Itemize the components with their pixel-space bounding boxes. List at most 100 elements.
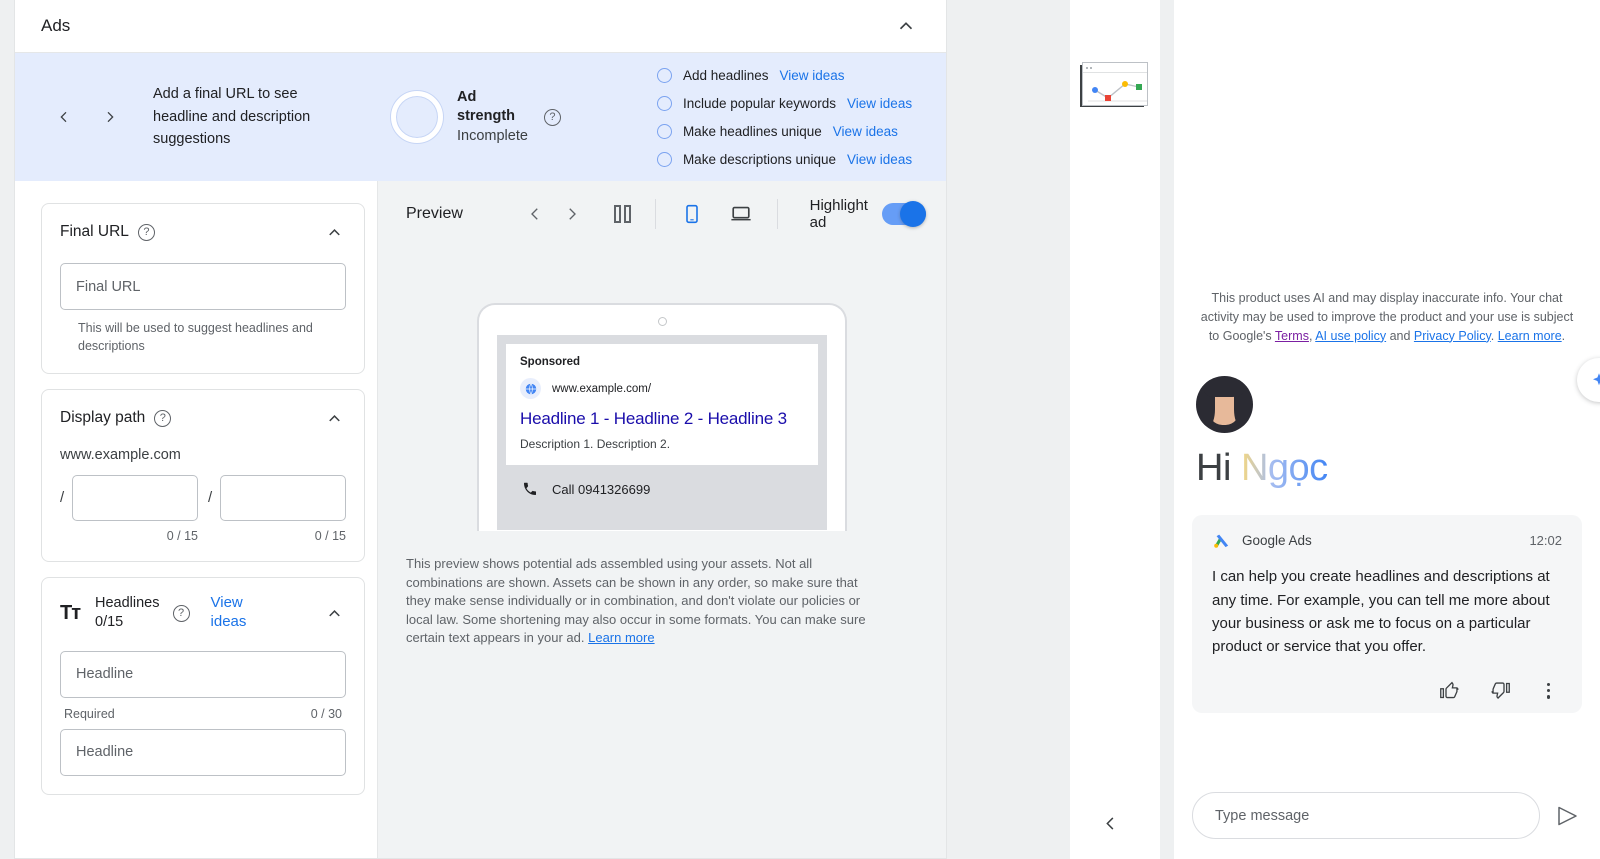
and-text: and [1386, 328, 1414, 343]
thumb-up-button[interactable] [1439, 680, 1460, 701]
terms-link[interactable]: Terms [1275, 329, 1309, 343]
privacy-policy-link[interactable]: Privacy Policy [1414, 329, 1491, 343]
desktop-view-button[interactable] [729, 197, 753, 231]
greeting-prefix: Hi [1196, 447, 1241, 490]
chat-message-input[interactable] [1215, 807, 1517, 824]
chat-learn-more-link[interactable]: Learn more [1498, 329, 1562, 343]
preview-prev-button[interactable] [523, 197, 547, 231]
chat-input-wrap[interactable] [1192, 792, 1540, 839]
chat-message-actions [1212, 680, 1562, 701]
send-icon [1558, 806, 1577, 825]
display-path-input-1[interactable] [72, 475, 198, 522]
display-path-card: Display path ? www.example.com / 0 / 15 … [41, 389, 365, 563]
view-ideas-link[interactable]: View ideas [780, 68, 845, 83]
ads-panel: Ads Add a final URL to see headline and … [14, 0, 947, 859]
strength-labels: Ad strength Incomplete [457, 88, 528, 147]
user-avatar[interactable] [1196, 376, 1253, 434]
ad-strength-help-icon[interactable]: ? [543, 108, 561, 126]
view-ideas-link[interactable]: View ideas [847, 96, 912, 111]
app-root: Ads Add a final URL to see headline and … [0, 0, 1600, 859]
display-path-collapse-button[interactable] [322, 406, 346, 430]
chat-message-body: I can help you create headlines and desc… [1212, 568, 1550, 655]
ad-call-extension[interactable]: Call 0941326699 [506, 465, 818, 497]
phone-screen: Sponsored www.example.com/ Headline 1 - … [497, 335, 827, 530]
headlines-help-icon[interactable]: ? [172, 604, 190, 622]
phone-mockup: Sponsored www.example.com/ Headline 1 - … [477, 303, 847, 531]
headline-count-1: 0 / 30 [310, 706, 342, 721]
preview-label: Preview [406, 205, 463, 222]
phone-camera-dot [657, 317, 667, 326]
final-url-collapse-button[interactable] [322, 220, 346, 244]
display-path-input-2[interactable] [220, 475, 346, 522]
ad-strength-indicator: Ad strength Incomplete ? [391, 88, 561, 147]
ad-display-url: www.example.com/ [552, 382, 652, 395]
ad-headline[interactable]: Headline 1 - Headline 2 - Headline 3 [520, 409, 804, 429]
thumb-down-button[interactable] [1490, 680, 1511, 701]
globe-icon [520, 378, 541, 399]
headlines-view-ideas-link[interactable]: View ideas [211, 594, 263, 632]
final-url-hint: This will be used to suggest headlines a… [78, 321, 313, 354]
sponsored-label: Sponsored [520, 356, 581, 368]
end-period: . [1561, 328, 1566, 343]
headlines-count: 0/15 [95, 614, 124, 631]
final-url-help-icon[interactable]: ? [137, 223, 155, 241]
chat-greeting: Hi Ngọc [1196, 447, 1582, 490]
ad-call-text: Call 0941326699 [552, 481, 651, 497]
ad-description: Description 1. Description 2. [520, 437, 671, 451]
suggestion-label: Make descriptions unique [682, 151, 837, 167]
display-path-count-2: 0 / 15 [314, 529, 346, 544]
phone-preview-wrap: Sponsored www.example.com/ Headline 1 - … [378, 247, 946, 858]
chat-message-source: Google Ads [1242, 533, 1312, 549]
google-ads-logo-icon [1214, 534, 1229, 548]
middle-strip [1070, 0, 1160, 859]
banner-next-button[interactable] [99, 106, 121, 128]
headlines-title: Headlines 0/15 [95, 594, 160, 632]
more-vert-button[interactable] [1541, 681, 1556, 701]
headline-input-2[interactable] [60, 728, 346, 776]
display-path-header: Display path ? [60, 406, 346, 430]
suggestion-item: Make descriptions unique View ideas [656, 148, 912, 171]
highlight-ad-toggle[interactable] [881, 201, 926, 227]
chat-message-time: 12:02 [1529, 533, 1562, 549]
send-message-button[interactable] [1552, 801, 1582, 831]
strength-title: Ad strength [457, 88, 515, 125]
view-ideas-link[interactable]: View ideas [833, 124, 898, 139]
chat-scroll-area: This product uses AI and may display ina… [1174, 0, 1600, 778]
view-ideas-link[interactable]: View ideas [847, 152, 912, 167]
chart-thumbnail-icon[interactable] [1082, 62, 1148, 106]
chevron-left-icon [531, 208, 538, 220]
display-path-field-2: 0 / 15 [220, 475, 346, 543]
banner-prev-button[interactable] [53, 106, 75, 128]
headlines-collapse-button[interactable] [322, 601, 346, 625]
split-view-icon[interactable] [614, 205, 632, 223]
display-path-field-1: 0 / 15 [72, 475, 198, 543]
more-dot [1546, 682, 1550, 687]
banner-message: Add a final URL to see headline and desc… [153, 86, 311, 148]
disclaimer-learn-more-link[interactable]: Learn more [588, 630, 654, 645]
final-url-card: Final URL ? This will be used to suggest… [41, 203, 365, 375]
mobile-icon [686, 204, 699, 224]
final-url-input[interactable] [60, 263, 346, 310]
toolbar-divider-2 [776, 199, 778, 229]
headline-input-1[interactable] [60, 650, 346, 698]
thumbnail-titlebar [1083, 63, 1147, 73]
greeting-name: Ngọc [1240, 447, 1328, 490]
ai-use-policy-link[interactable]: AI use policy [1315, 329, 1386, 343]
display-path-help-icon[interactable]: ? [154, 409, 172, 427]
phone-icon [524, 482, 536, 495]
preview-next-button[interactable] [560, 197, 584, 231]
chat-message-card: Google Ads 12:02 I can help you create h… [1192, 515, 1582, 714]
headline-required-label: Required [64, 706, 115, 721]
thumbnail-line-chart [1088, 81, 1147, 102]
page-title: Ads [41, 16, 71, 35]
chevron-up-icon [328, 414, 340, 422]
chevron-right-icon [107, 111, 114, 123]
headlines-card: Tт Headlines 0/15 ? View ideas Headline … [41, 577, 365, 795]
collapse-chat-button[interactable] [1096, 809, 1124, 837]
suggestion-item: Include popular keywords View ideas [656, 92, 912, 115]
collapse-ads-panel-button[interactable] [890, 10, 922, 42]
chat-panel: This product uses AI and may display ina… [1174, 0, 1600, 859]
ads-panel-header: Ads [15, 0, 946, 53]
chevron-up-icon [899, 22, 913, 30]
mobile-view-button[interactable] [680, 197, 704, 231]
